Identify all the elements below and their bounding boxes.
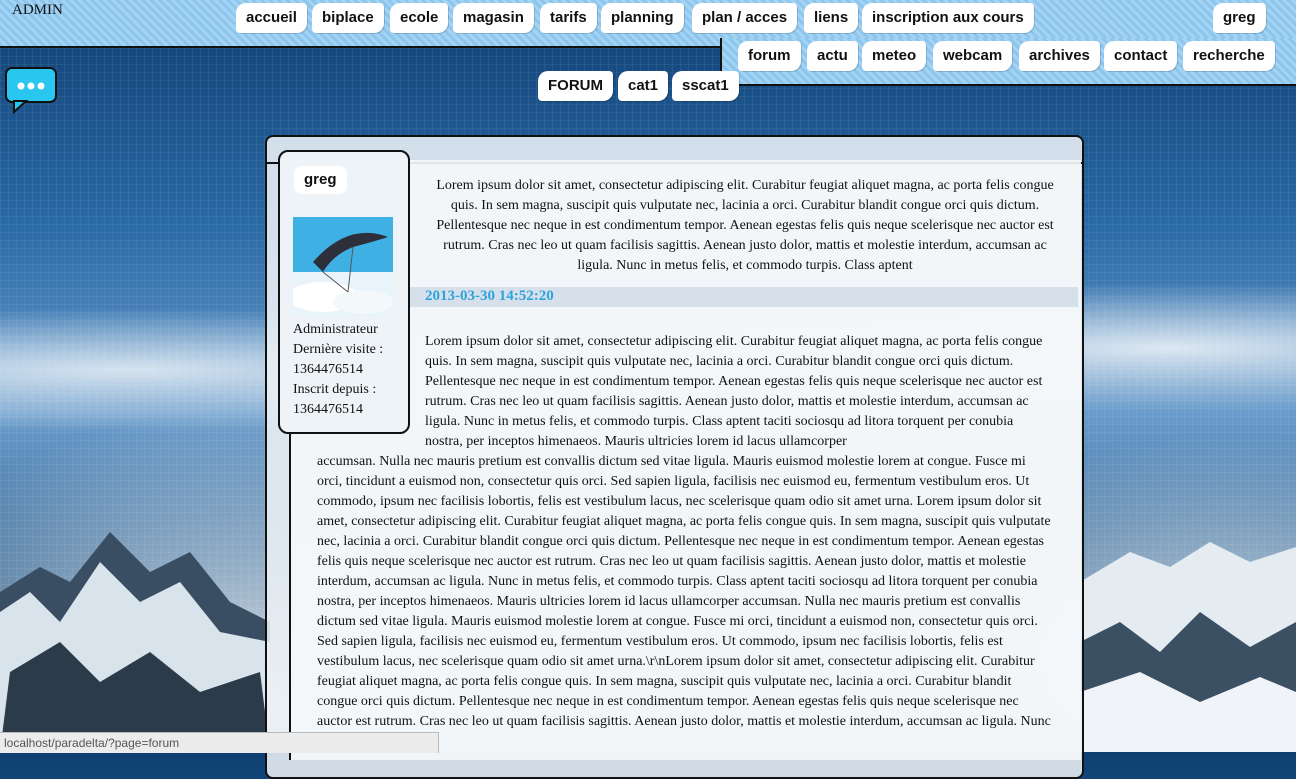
- last-visit-label: Dernière visite :: [293, 342, 384, 357]
- nav-liens[interactable]: liens: [804, 3, 859, 33]
- post-date: 2013-03-30 14:52:20: [425, 288, 554, 304]
- nav-ecole[interactable]: ecole: [390, 3, 449, 33]
- breadcrumb-sscat1[interactable]: sscat1: [672, 71, 739, 101]
- nav-accueil[interactable]: accueil: [236, 3, 307, 33]
- nav-archives[interactable]: archives: [1019, 41, 1100, 71]
- author-role: Administrateur: [293, 322, 378, 337]
- nav-planning[interactable]: planning: [601, 3, 684, 33]
- nav-actu[interactable]: actu: [807, 41, 858, 71]
- nav-webcam[interactable]: webcam: [933, 41, 1013, 71]
- user-menu[interactable]: greg: [1213, 3, 1266, 33]
- post-body-text-continued: accumsan. Nulla nec mauris pretium est c…: [317, 454, 1051, 749]
- nav-meteo[interactable]: meteo: [862, 41, 927, 71]
- nav-forum[interactable]: forum: [738, 41, 801, 71]
- admin-link[interactable]: ADMIN: [12, 2, 63, 19]
- nav-biplace[interactable]: biplace: [312, 3, 384, 33]
- breadcrumb-forum[interactable]: FORUM: [538, 71, 613, 101]
- post-body-text: Lorem ipsum dolor sit amet, consectetur …: [425, 334, 1043, 449]
- author-avatar: [293, 217, 393, 317]
- nav-contact[interactable]: contact: [1104, 41, 1178, 71]
- author-meta: Administrateur Dernière visite : 1364476…: [293, 320, 403, 420]
- post-intro-text: Lorem ipsum dolor sit amet, consectetur …: [436, 178, 1054, 273]
- browser-status-bar: localhost/paradelta/?page=forum: [0, 732, 439, 753]
- nav-magasin[interactable]: magasin: [453, 3, 534, 33]
- post-author-name[interactable]: greg: [294, 166, 347, 194]
- member-since-value: 1364476514: [293, 402, 363, 417]
- nav-recherche[interactable]: recherche: [1183, 41, 1275, 71]
- chat-bubble-icon[interactable]: [4, 66, 58, 114]
- nav-tarifs[interactable]: tarifs: [540, 3, 597, 33]
- last-visit-value: 1364476514: [293, 362, 363, 377]
- nav-inscription[interactable]: inscription aux cours: [862, 3, 1034, 33]
- member-since-label: Inscrit depuis :: [293, 382, 377, 397]
- nav-plan-acces[interactable]: plan / acces: [692, 3, 798, 33]
- breadcrumb-cat1[interactable]: cat1: [618, 71, 669, 101]
